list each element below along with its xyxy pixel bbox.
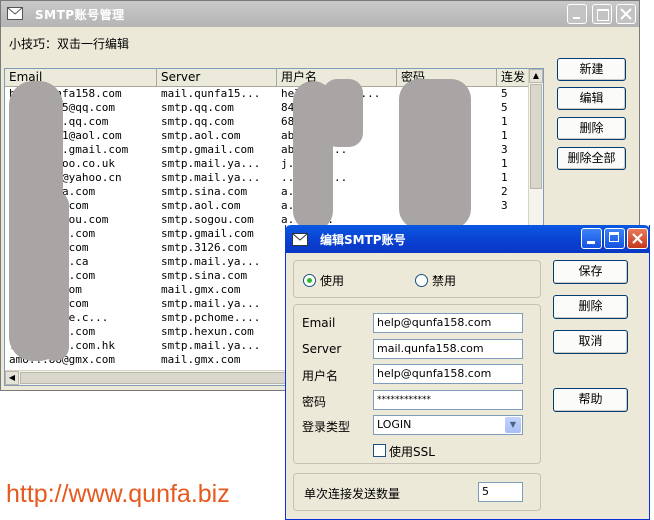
cell-count: 5 [501, 87, 508, 100]
cell-server: smtp.qq.com [161, 115, 234, 128]
cell-count: 2 [501, 185, 508, 198]
cell-server: smtp.mail.ya... [161, 297, 261, 310]
cell-count: 5 [501, 101, 508, 114]
cell-server: smtp.mail.ya... [161, 339, 261, 352]
account-fields-group: Email help@qunfa158.com Server mail.qunf… [293, 304, 541, 464]
edit-smtp-dialog: 编辑SMTP账号 使用 禁用 Email help@qunfa158.com S… [285, 225, 650, 520]
cell-server: smtp.sogou.com [161, 213, 254, 226]
cell-server: smtp.mail.ya... [161, 157, 261, 170]
tip-text: 小技巧：双击一行编辑 [9, 37, 130, 51]
cell-server: mail.gmx.com [161, 353, 241, 366]
close-icon [620, 8, 632, 20]
cell-server: mail.gmx.com [161, 283, 241, 296]
cell-server: smtp.gmail.com [161, 227, 254, 240]
dialog-close-button[interactable] [627, 228, 648, 249]
cell-server: smtp.sina.com [161, 269, 248, 282]
redaction-scribble [323, 79, 363, 147]
radio-disable[interactable] [415, 274, 428, 287]
maximize-button[interactable] [592, 4, 612, 24]
ssl-label: 使用SSL [389, 445, 435, 459]
per-connection-label: 单次连接发送数量 [304, 487, 401, 501]
cell-count: 3 [501, 143, 508, 156]
cell-server: smtp.mail.ya... [161, 255, 261, 268]
title-bar: SMTP账号管理 [1, 1, 639, 27]
dialog-title-bar: 编辑SMTP账号 [285, 225, 650, 253]
close-icon [632, 233, 643, 244]
cell-count: 1 [501, 129, 508, 142]
username-field[interactable]: help@qunfa158.com [373, 364, 523, 384]
minimize-button[interactable] [567, 4, 587, 24]
per-connection-group: 单次连接发送数量 5 [293, 473, 541, 511]
redaction-scribble [399, 79, 471, 229]
new-button[interactable]: 新建 [557, 58, 626, 81]
cell-server: mail.qunfa15... [161, 87, 261, 100]
radio-enable-label: 使用 [320, 274, 345, 288]
cell-server: smtp.aol.com [161, 199, 241, 212]
server-field[interactable]: mail.qunfa158.com [373, 339, 523, 359]
horizontal-scroll-thumb[interactable] [20, 372, 290, 384]
close-button[interactable] [616, 4, 636, 24]
help-button[interactable]: 帮助 [553, 388, 628, 412]
redaction-scribble [41, 191, 69, 361]
radio-disable-label: 禁用 [432, 274, 457, 288]
dialog-maximize-button[interactable] [604, 228, 625, 249]
dialog-title: 编辑SMTP账号 [320, 233, 406, 247]
username-label: 用户名 [302, 369, 339, 383]
envelope-icon [292, 233, 308, 246]
login-type-label: 登录类型 [302, 420, 351, 434]
scroll-up-arrow[interactable]: ▲ [529, 69, 543, 83]
cell-count: 3 [501, 199, 508, 212]
chevron-down-icon[interactable]: ▼ [505, 417, 521, 433]
cell-count: 1 [501, 171, 508, 184]
delete-button[interactable]: 删除 [557, 117, 626, 140]
window-title: SMTP账号管理 [35, 8, 125, 22]
edit-button[interactable]: 编辑 [557, 87, 626, 110]
vertical-scroll-thumb[interactable] [530, 84, 542, 189]
column-header-count[interactable]: 连发 [497, 69, 531, 86]
status-group: 使用 禁用 [293, 260, 541, 298]
email-label: Email [302, 316, 336, 330]
radio-enable[interactable] [303, 274, 316, 287]
cell-count: 1 [501, 157, 508, 170]
cell-server: smtp.sina.com [161, 185, 248, 198]
cell-server: smtp.gmail.com [161, 143, 254, 156]
email-field[interactable]: help@qunfa158.com [373, 313, 523, 333]
dialog-minimize-button[interactable] [581, 228, 602, 249]
delete-all-button[interactable]: 删除全部 [557, 147, 626, 170]
cell-count: 1 [501, 115, 508, 128]
cell-server: smtp.aol.com [161, 129, 241, 142]
dialog-delete-button[interactable]: 删除 [553, 295, 628, 319]
cancel-button[interactable]: 取消 [553, 330, 628, 354]
cell-server: smtp.hexun.com [161, 325, 254, 338]
password-label: 密码 [302, 395, 327, 409]
cell-server: smtp.mail.ya... [161, 171, 261, 184]
login-type-value: LOGIN [377, 418, 412, 431]
ssl-checkbox[interactable] [373, 444, 386, 457]
login-type-select[interactable]: LOGIN ▼ [373, 415, 523, 435]
column-header-server[interactable]: Server [157, 69, 277, 86]
password-field[interactable]: ************ [373, 390, 523, 410]
save-button[interactable]: 保存 [553, 260, 628, 284]
cell-server: smtp.pchome.... [161, 311, 261, 324]
cell-server: smtp.qq.com [161, 101, 234, 114]
website-watermark: http://www.qunfa.biz [6, 480, 230, 508]
per-connection-field[interactable]: 5 [478, 482, 523, 502]
envelope-icon [7, 7, 23, 20]
scroll-left-arrow[interactable]: ◀ [5, 371, 19, 385]
server-label: Server [302, 342, 342, 356]
cell-server: smtp.3126.com [161, 241, 248, 254]
